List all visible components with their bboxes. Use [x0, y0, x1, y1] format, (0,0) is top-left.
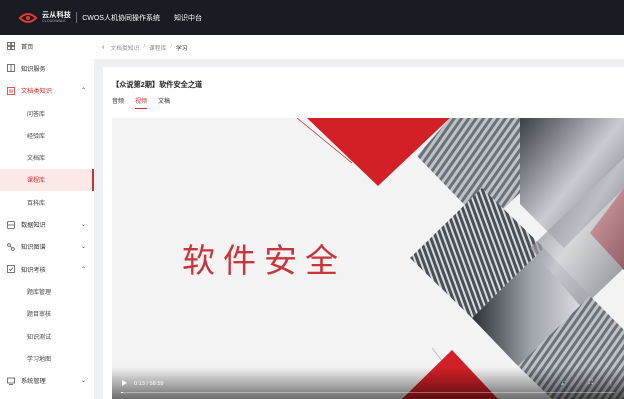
logo[interactable]: 云从科技 CLOUDWALK [18, 11, 71, 25]
video-player[interactable]: 软件安全 0:13 / 58:59 🔈 ⛶ ⋮ [112, 118, 624, 399]
sidebar-item-knowledge-service[interactable]: 知识服务 [0, 57, 94, 79]
play-icon[interactable] [122, 380, 127, 386]
video-time: 0:13 / 58:59 [134, 381, 164, 387]
sidebar-item-system-management[interactable]: 系统管理 ⌄ [0, 369, 94, 391]
sidebar-item-label: 系统管理 [21, 378, 46, 386]
chevron-down-icon: ⌄ [80, 222, 86, 229]
sidebar-item-label: 数据知识 [21, 222, 46, 230]
breadcrumb: ‹ 文档类知识 / 课程库 / 学习 [94, 35, 624, 59]
sidebar-item-knowledge-exam[interactable]: 知识考核 ⌃ [0, 258, 94, 280]
sidebar: 首页 知识服务 文档类知识 ⌃ 问答库 经验库 文档库 课程库 百科库 数据知识… [0, 35, 94, 399]
slide-title: 软件安全 [182, 241, 346, 280]
progress-bar[interactable] [121, 391, 615, 393]
tab-audio[interactable]: 音频 [112, 96, 124, 109]
cloudwalk-logo-icon [18, 11, 38, 25]
media-tabs: 音频 视频 文稿 [112, 96, 170, 109]
sidebar-item-label: 首页 [21, 43, 34, 51]
breadcrumb-item[interactable]: 文档类知识 [110, 43, 139, 52]
video-controls: 0:13 / 58:59 🔈 ⛶ ⋮ [112, 367, 624, 399]
fullscreen-icon[interactable]: ⛶ [589, 380, 593, 387]
course-title: 【众说第2期】软件安全之道 [112, 80, 203, 89]
document-icon [7, 86, 15, 95]
app-window: 云从科技 CLOUDWALK CWOS人机协同操作系统 知识中台 首页 知识服务… [0, 0, 624, 399]
grid-icon [7, 42, 15, 51]
sidebar-item-data-knowledge[interactable]: 数据知识 ⌄ [0, 213, 94, 235]
book-icon [7, 64, 15, 73]
main-content: ‹ 文档类知识 / 课程库 / 学习 【众说第2期】软件安全之道 音频 视频 文… [94, 35, 624, 399]
sidebar-subitem-experience[interactable]: 经验库 [0, 124, 94, 146]
tab-transcript[interactable]: 文稿 [158, 96, 170, 109]
module-name[interactable]: 知识中台 [174, 13, 202, 23]
chevron-up-icon: ⌃ [80, 88, 86, 95]
graph-icon [7, 243, 15, 251]
chevron-down-icon: ⌄ [80, 244, 86, 251]
sidebar-item-label: 知识服务 [21, 65, 46, 73]
sidebar-subitem-question-review[interactable]: 题目审核 [0, 303, 94, 325]
tab-video[interactable]: 视频 [135, 96, 148, 109]
progress-fill [121, 391, 123, 393]
course-card: 【众说第2期】软件安全之道 音频 视频 文稿 软件安全 0:13 / 58:59… [103, 67, 624, 399]
brand-name: 云从科技 [42, 11, 72, 19]
volume-icon[interactable]: 🔈 [561, 380, 568, 387]
brand-name-en: CLOUDWALK [42, 18, 66, 23]
top-bar: 云从科技 CLOUDWALK CWOS人机协同操作系统 知识中台 [0, 0, 624, 35]
sidebar-item-document-knowledge[interactable]: 文档类知识 ⌃ [0, 80, 94, 102]
sidebar-subitem-documents[interactable]: 文档库 [0, 146, 94, 168]
sidebar-subitem-knowledge-test[interactable]: 知识测试 [0, 325, 94, 347]
sidebar-subitem-courses[interactable]: 课程库 [0, 168, 94, 192]
sidebar-subitem-question-bank[interactable]: 题库管理 [0, 280, 94, 302]
chevron-down-icon: ⌄ [80, 378, 86, 385]
header-divider [76, 12, 78, 23]
system-title: CWOS人机协同操作系统 [82, 14, 160, 22]
more-options-icon[interactable]: ⋮ [608, 380, 614, 387]
settings-icon [7, 377, 15, 385]
breadcrumb-current: 学习 [176, 45, 188, 52]
breadcrumb-item[interactable]: 课程库 [149, 43, 166, 52]
sidebar-subitem-qa[interactable]: 问答库 [0, 102, 94, 124]
breadcrumb-separator: / [170, 44, 172, 50]
back-arrow-icon[interactable]: ‹ [102, 44, 104, 51]
database-icon [7, 220, 15, 229]
sidebar-item-home[interactable]: 首页 [0, 35, 94, 57]
sidebar-item-knowledge-graph[interactable]: 知识图谱 ⌄ [0, 236, 94, 258]
sidebar-item-label: 文档类知识 [21, 88, 52, 96]
chevron-up-icon: ⌃ [80, 266, 86, 273]
sidebar-subitem-encyclopedia[interactable]: 百科库 [0, 191, 94, 213]
breadcrumb-separator: / [143, 44, 145, 50]
sidebar-item-label: 知识考核 [21, 266, 46, 274]
sidebar-item-label: 知识图谱 [21, 244, 46, 252]
sidebar-subitem-learning-map[interactable]: 学习地图 [0, 347, 94, 369]
exam-icon [7, 265, 15, 274]
